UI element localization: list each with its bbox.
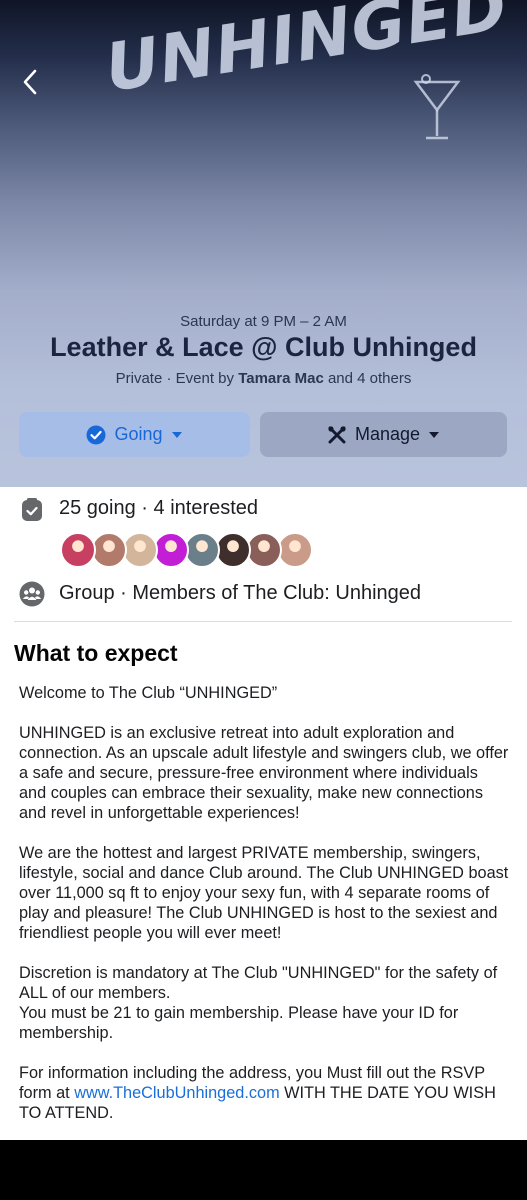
- event-description: Welcome to The Club “UNHINGED” UNHINGED …: [19, 683, 509, 1143]
- attendee-avatar[interactable]: [122, 532, 158, 568]
- event-host-line: Private · Event by Tamara Mac and 4 othe…: [0, 370, 527, 387]
- discretion-text: Discretion is mandatory at The Club "UNH…: [19, 964, 498, 1002]
- section-heading: What to expect: [14, 640, 178, 666]
- others-label: and 4 others: [323, 370, 412, 387]
- going-button[interactable]: Going: [19, 412, 250, 457]
- desc-paragraph-1: Welcome to The Club “UNHINGED”: [19, 684, 278, 702]
- caret-down-icon: [429, 431, 440, 438]
- attendance-row[interactable]: 25 going · 4 interested: [0, 494, 527, 524]
- desc-paragraph-2: UNHINGED is an exclusive retreat into ad…: [19, 724, 509, 822]
- desc-paragraph-3: We are the hottest and largest PRIVATE m…: [19, 844, 509, 942]
- attendee-avatar[interactable]: [60, 532, 96, 568]
- system-navigation-bar: [0, 1140, 527, 1200]
- event-details: 25 going · 4 interested Group · Members …: [0, 487, 527, 1140]
- desc-paragraph-4: Discretion is mandatory at The Club "UNH…: [19, 963, 509, 1043]
- attendee-avatar[interactable]: [91, 532, 127, 568]
- attendance-count: 25 going · 4 interested: [59, 497, 259, 519]
- group-icon: [19, 581, 45, 607]
- manage-button[interactable]: Manage: [260, 412, 507, 457]
- caret-down-icon: [171, 431, 182, 438]
- calendar-check-icon: [19, 497, 45, 523]
- group-name: Group · Members of The Club: Unhinged: [59, 582, 422, 604]
- attendee-avatar[interactable]: [153, 532, 189, 568]
- privacy-label: Private · Event by: [115, 370, 239, 387]
- back-button[interactable]: [14, 66, 46, 98]
- attendee-avatar[interactable]: [277, 532, 313, 568]
- event-title: Leather & Lace @ Club Unhinged: [50, 332, 477, 362]
- attendee-avatar[interactable]: [184, 532, 220, 568]
- martini-glass-icon: [413, 74, 461, 140]
- host-link[interactable]: Tamara Mac: [238, 370, 324, 387]
- tools-icon: [328, 425, 346, 443]
- divider: [14, 621, 512, 622]
- age-requirement-text: You must be 21 to gain membership. Pleas…: [19, 1004, 459, 1042]
- website-link[interactable]: www.TheClubUnhinged.com: [74, 1084, 279, 1102]
- event-cover: UNHINGED Saturday at 9 PM – 2 AM Leather…: [0, 0, 527, 487]
- check-circle-icon: [86, 425, 106, 444]
- event-date: Saturday at 9 PM – 2 AM: [180, 313, 347, 330]
- manage-label: Manage: [354, 424, 421, 444]
- attendee-avatar[interactable]: [246, 532, 282, 568]
- desc-paragraph-5: For information including the address, y…: [19, 1063, 509, 1123]
- attendee-avatars[interactable]: [60, 532, 320, 568]
- chevron-left-icon: [23, 69, 37, 95]
- going-label: Going: [114, 424, 163, 444]
- attendee-avatar[interactable]: [215, 532, 251, 568]
- group-row[interactable]: Group · Members of The Club: Unhinged: [0, 579, 527, 609]
